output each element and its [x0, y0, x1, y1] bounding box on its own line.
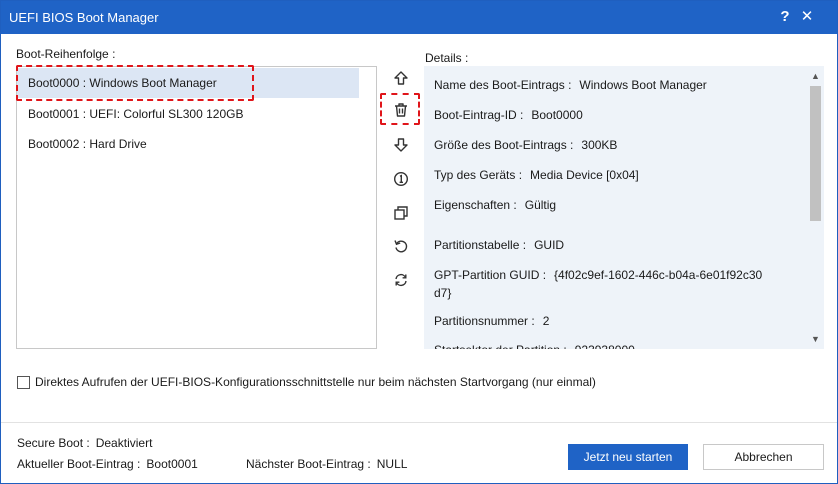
move-down-icon [394, 138, 408, 152]
next-boot-entry-key: Nächster Boot-Eintrag : [246, 457, 371, 471]
footer-divider [1, 422, 837, 423]
detail-row-properties: Eigenschaften : Gültig [434, 198, 556, 212]
detail-row-gpt-guid: GPT-Partition GUID : {4f02c9ef-1602-446c-… [434, 268, 762, 282]
detail-value: GUID [534, 238, 565, 252]
secure-boot-status: Secure Boot : Deaktiviert [17, 436, 152, 450]
detail-key: Partitionstabelle : [434, 238, 527, 252]
current-boot-entry-key: Aktueller Boot-Eintrag : [17, 457, 141, 471]
detail-key: Typ des Geräts : [434, 168, 523, 182]
current-boot-entry-status: Aktueller Boot-Eintrag : Boot0001 [17, 457, 198, 471]
boot-entry-boot0002[interactable]: Boot0002 : Hard Drive [17, 129, 376, 159]
refresh-icon [395, 273, 407, 287]
info-icon [393, 171, 409, 187]
detail-value: {4f02c9ef-1602-446c-b04a-6e01f92c30 [554, 268, 763, 282]
boot-manager-window: UEFI BIOS Boot Manager ? ✕ Boot-Reihenfo… [0, 0, 838, 484]
move-up-button[interactable] [384, 65, 418, 91]
detail-value: 300KB [581, 138, 618, 152]
next-boot-uefi-option[interactable]: Direktes Aufrufen der UEFI-BIOS-Konfigur… [17, 374, 596, 390]
detail-value: Media Device [0x04] [530, 168, 639, 182]
copy-icon [394, 206, 408, 220]
close-button[interactable]: ✕ [797, 7, 817, 27]
boot-order-label: Boot-Reihenfolge : [16, 47, 116, 61]
detail-value: Gültig [524, 198, 557, 212]
secure-boot-key: Secure Boot : [17, 436, 90, 450]
next-boot-entry-value: NULL [376, 457, 408, 471]
details-panel: Name des Boot-Eintrags : Windows Boot Man… [424, 66, 824, 349]
scroll-up-arrow-icon[interactable]: ▲ [809, 70, 822, 82]
detail-key: Partitionsnummer : [434, 314, 535, 328]
delete-icon [395, 103, 407, 117]
detail-row-partition-number: Partitionsnummer : 2 [434, 314, 549, 328]
next-boot-uefi-label[interactable]: Direktes Aufrufen der UEFI-BIOS-Konfigur… [35, 375, 596, 389]
restart-now-button[interactable]: Jetzt neu starten [568, 444, 688, 470]
detail-key: Startsektor der Partition : [434, 343, 567, 349]
detail-value: d7} [434, 286, 452, 300]
scroll-down-arrow-icon[interactable]: ▼ [809, 333, 822, 345]
current-boot-entry-value: Boot0001 [146, 457, 198, 471]
info-button[interactable] [384, 166, 418, 192]
detail-row-device-type: Typ des Geräts : Media Device [0x04] [434, 168, 639, 182]
detail-row-id: Boot-Eintrag-ID : Boot0000 [434, 108, 583, 122]
cancel-button[interactable]: Abbrechen [703, 444, 824, 470]
detail-value: 2 [542, 314, 550, 328]
restore-button[interactable] [384, 233, 418, 259]
details-label: Details : [425, 51, 469, 65]
next-boot-entry-status: Nächster Boot-Eintrag : NULL [246, 457, 407, 471]
window-title: UEFI BIOS Boot Manager [9, 10, 159, 25]
copy-button[interactable] [384, 200, 418, 226]
details-scrollbar[interactable]: ▲ ▼ [807, 66, 824, 349]
help-button[interactable]: ? [775, 7, 795, 27]
refresh-button[interactable] [384, 267, 418, 293]
move-down-button[interactable] [384, 132, 418, 158]
detail-key: Größe des Boot-Eintrags : [434, 138, 574, 152]
detail-row-partition-table: Partitionstabelle : GUID [434, 238, 564, 252]
title-bar: UEFI BIOS Boot Manager ? ✕ [1, 1, 837, 34]
move-up-icon [394, 71, 408, 85]
boot-entry-boot0001[interactable]: Boot0001 : UEFI: Colorful SL300 120GB [17, 99, 376, 129]
boot-order-list[interactable]: Boot0000 : Windows Boot Manager Boot0001… [16, 66, 377, 349]
detail-value: Boot0000 [531, 108, 583, 122]
detail-key: Eigenschaften : [434, 198, 517, 212]
detail-value: 923938000 [575, 343, 635, 349]
boot-entry-boot0000[interactable]: Boot0000 : Windows Boot Manager [17, 68, 359, 98]
detail-row-name: Name des Boot-Eintrags : Windows Boot Man… [434, 78, 707, 92]
next-boot-uefi-checkbox[interactable] [17, 375, 30, 389]
detail-key: GPT-Partition GUID : [434, 268, 547, 282]
detail-row-size: Größe des Boot-Eintrags : 300KB [434, 138, 617, 152]
delete-button[interactable] [384, 97, 418, 123]
secure-boot-value: Deaktiviert [95, 436, 153, 450]
restore-icon [394, 240, 408, 253]
detail-row-start-sector: Startsektor der Partition : 923938000 [434, 343, 635, 349]
detail-key: Name des Boot-Eintrags : [434, 78, 572, 92]
detail-value: Windows Boot Manager [579, 78, 707, 92]
detail-row-gpt-guid-continued: d7} [434, 286, 451, 300]
scrollbar-thumb[interactable] [810, 86, 821, 221]
detail-key: Boot-Eintrag-ID : [434, 108, 524, 122]
